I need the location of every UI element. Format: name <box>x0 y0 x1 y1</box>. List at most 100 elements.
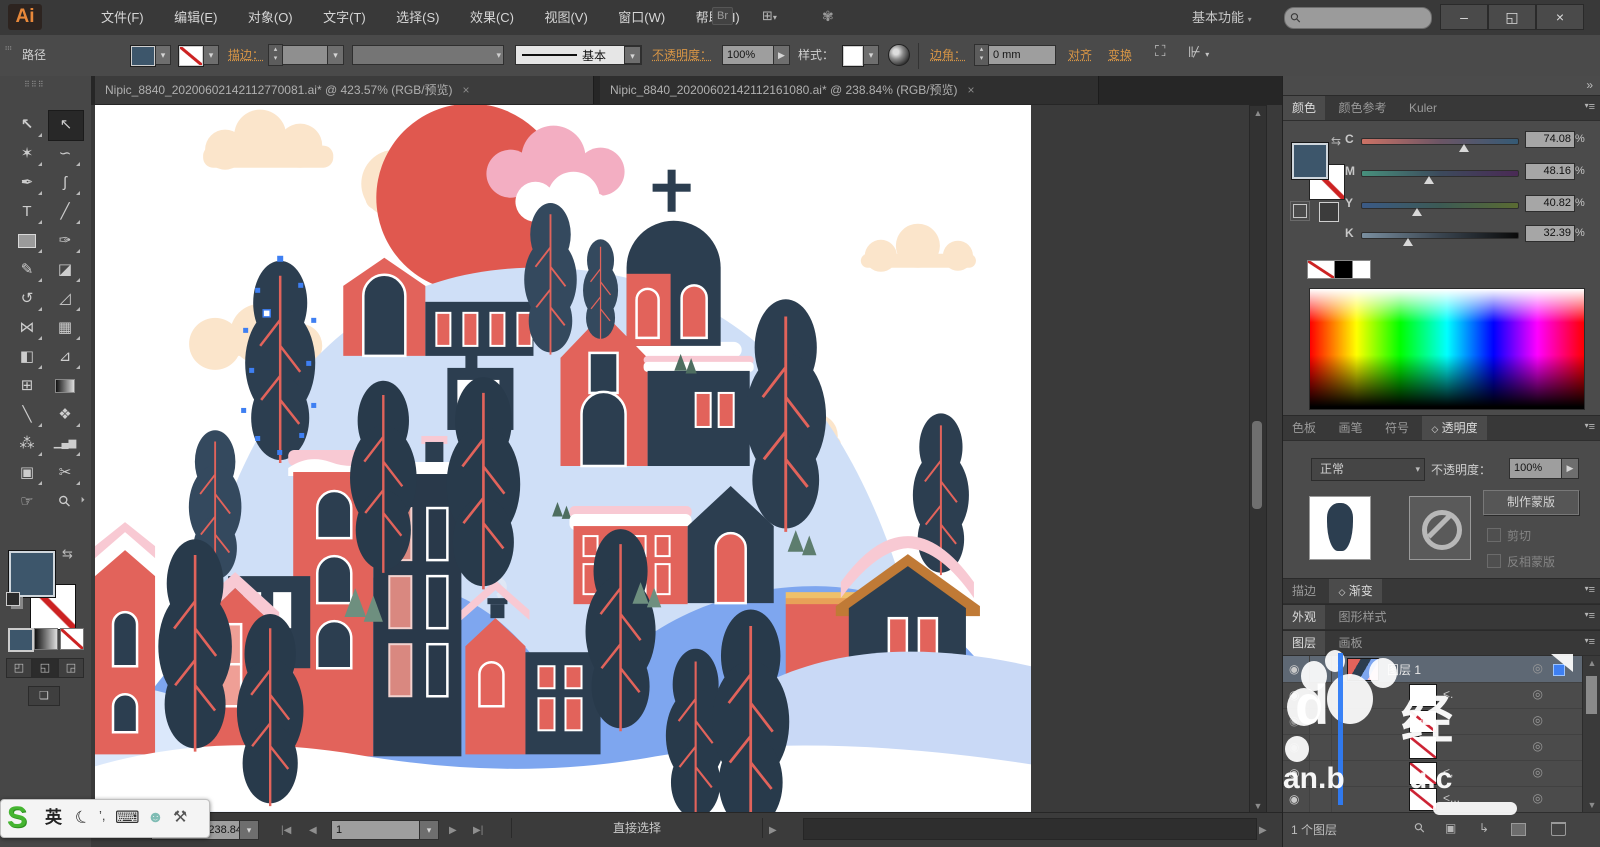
workspace-switcher[interactable]: 基本功能 ▾ <box>1192 0 1252 37</box>
search-input[interactable]: ⚲ <box>1284 7 1432 29</box>
rotate-tool[interactable]: ↺ <box>10 284 44 313</box>
horizontal-scrollbar[interactable] <box>803 818 1257 840</box>
symbol-sprayer-tool[interactable]: ⁂ <box>10 429 44 458</box>
panel-opacity-arrow[interactable]: ▶ <box>1561 458 1579 479</box>
paintbrush-tool[interactable]: ✑ <box>48 226 82 255</box>
locate-object-icon[interactable]: ⚲ <box>1411 819 1429 837</box>
panel-menu-icon[interactable]: ▾≡ <box>1585 636 1595 648</box>
tab-swatches[interactable]: 色板 <box>1283 416 1325 440</box>
slider-y[interactable] <box>1361 202 1519 209</box>
layer-row-3[interactable]: ◉ ◎ <box>1283 708 1583 735</box>
screen-mode-button[interactable]: ❏ <box>28 686 60 706</box>
scroll-down-icon[interactable]: ▼ <box>1250 801 1266 811</box>
color-mode-button[interactable] <box>8 628 34 652</box>
stroke-color-dropdown[interactable]: ▾ <box>203 45 219 65</box>
tab-color[interactable]: 颜色 <box>1283 96 1325 120</box>
value-m[interactable]: 48.16 <box>1525 163 1575 180</box>
stroke-weight-dropdown[interactable]: ▾ <box>327 45 344 65</box>
menu-select[interactable]: 选择(S) <box>383 0 452 35</box>
next-artboard-icon[interactable]: ▶ <box>449 821 457 841</box>
first-artboard-icon[interactable]: |◀ <box>281 821 291 841</box>
shape-builder-tool[interactable]: ◧ <box>10 342 44 371</box>
layers-scroll-thumb[interactable] <box>1586 676 1597 714</box>
gradient-mode-button[interactable] <box>34 628 58 650</box>
target-icon[interactable]: ◎ <box>1533 661 1543 675</box>
color-fill-proxy[interactable] <box>1291 142 1329 180</box>
tab-close-icon[interactable]: × <box>968 83 975 97</box>
corner-link[interactable]: 边角： <box>930 45 966 65</box>
menu-edit[interactable]: 编辑(E) <box>161 0 230 35</box>
pencil-tool[interactable]: ✎ <box>10 255 44 284</box>
draw-normal-button[interactable]: ◰ <box>6 658 32 678</box>
brush-definition-dropdown[interactable]: 基本 ▾ <box>515 45 642 65</box>
fill-color-dropdown[interactable]: ▾ <box>155 45 171 65</box>
bridge-button[interactable]: Br <box>712 7 733 25</box>
cs-live-icon[interactable]: ✾ <box>822 8 834 25</box>
menu-view[interactable]: 视图(V) <box>531 0 600 35</box>
slider-handle[interactable] <box>1403 238 1413 246</box>
artboard-nav-field[interactable]: 1 <box>331 820 427 840</box>
minimize-button[interactable]: – <box>1440 4 1488 30</box>
slider-handle[interactable] <box>1424 176 1434 184</box>
tab-close-icon[interactable]: × <box>463 83 470 97</box>
perspective-grid-tool[interactable]: ⊿ <box>48 342 82 371</box>
corner-field[interactable]: 0 mm <box>988 45 1056 65</box>
restore-button[interactable]: ◱ <box>1488 4 1536 30</box>
panel-opacity-field[interactable]: 100% <box>1509 458 1569 479</box>
layer-row-6[interactable]: ◉ <... ◎ <box>1283 786 1583 813</box>
style-dropdown[interactable]: ▾ <box>863 45 879 65</box>
fill-proxy-swatch[interactable] <box>8 550 56 598</box>
variable-width-profile-dropdown[interactable]: ▾ <box>352 45 504 65</box>
stroke-weight-link[interactable]: 描边： <box>228 45 264 65</box>
control-bar-grip[interactable]: ⠿ <box>3 45 12 52</box>
black-swatch[interactable] <box>1334 260 1353 279</box>
tab-kuler[interactable]: Kuler <box>1400 96 1446 120</box>
tab-artboards[interactable]: 画板 <box>1329 631 1371 655</box>
transform-link[interactable]: 变换 <box>1108 45 1132 65</box>
none-swatch[interactable] <box>1307 260 1335 279</box>
none-mode-button[interactable] <box>60 628 84 650</box>
hscroll-right-icon[interactable]: ▶ <box>1259 821 1267 841</box>
default-fill-stroke-icon[interactable] <box>6 592 20 606</box>
opacity-link[interactable]: 不透明度： <box>652 45 712 65</box>
lasso-tool[interactable]: ∽ <box>48 139 82 168</box>
layer-row-4[interactable]: ◉ ◎ <box>1283 734 1583 761</box>
make-clipping-mask-icon[interactable]: ▣ <box>1445 821 1456 835</box>
scale-tool[interactable]: ◿ <box>48 284 82 313</box>
value-k[interactable]: 32.39 <box>1525 225 1575 242</box>
layer-name[interactable]: <. <box>1443 687 1453 701</box>
fill-color-swatch[interactable] <box>130 45 156 67</box>
gamut-swatch[interactable] <box>1319 202 1339 222</box>
collapse-dock-icon[interactable]: » <box>1586 78 1593 92</box>
layer-thumbnail[interactable] <box>1409 788 1437 811</box>
layer-row-2[interactable]: ◉ <. ◎ <box>1283 682 1583 709</box>
layer-row-5[interactable]: ◉ <, ◎ <box>1283 760 1583 787</box>
sogou-logo[interactable]: S <box>7 800 27 835</box>
arrange-documents-icon[interactable]: ⊞▾ <box>762 8 777 24</box>
panel-menu-icon[interactable]: ▾≡ <box>1585 610 1595 622</box>
layer-row-1[interactable]: ◉ ▼ 图层 1 ◎ <box>1283 656 1583 683</box>
rectangle-tool[interactable] <box>10 226 44 255</box>
invert-mask-checkbox[interactable] <box>1487 554 1501 568</box>
target-icon[interactable]: ◎ <box>1533 765 1543 779</box>
target-icon[interactable]: ◎ <box>1533 713 1543 727</box>
draw-inside-button[interactable]: ◲ <box>58 658 84 678</box>
tab-layers[interactable]: 图层 <box>1283 631 1325 655</box>
punctuation-icon[interactable]: ’, <box>99 798 106 833</box>
column-graph-tool[interactable]: ▁▄▆ <box>48 429 82 458</box>
layer-name[interactable]: 图层 1 <box>1387 661 1421 678</box>
scroll-up-icon[interactable]: ▲ <box>1583 658 1600 668</box>
layer-name[interactable]: <, <box>1443 765 1453 779</box>
menu-object[interactable]: 对象(O) <box>235 0 306 35</box>
status-expand-icon[interactable]: ▶ <box>769 821 777 841</box>
delete-layer-icon[interactable] <box>1551 822 1566 836</box>
tab-graphic-styles[interactable]: 图形样式 <box>1329 605 1395 629</box>
pen-tool[interactable]: ✒ <box>10 168 44 197</box>
slider-m[interactable] <box>1361 170 1519 177</box>
color-spectrum[interactable] <box>1309 288 1585 410</box>
disclosure-icon[interactable]: ▼ <box>1335 662 1344 672</box>
tab-symbols[interactable]: 符号 <box>1376 416 1418 440</box>
tab-gradient[interactable]: ◇ 渐变 <box>1329 579 1381 603</box>
clip-checkbox[interactable] <box>1487 528 1501 542</box>
artboard[interactable] <box>95 105 1031 812</box>
